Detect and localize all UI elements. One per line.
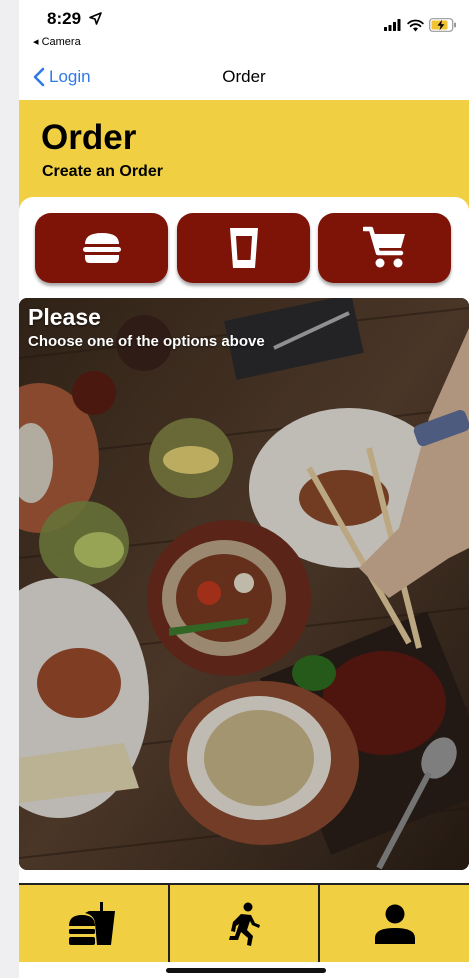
page-subtitle: Create an Order xyxy=(42,163,163,180)
page-title: Order xyxy=(41,118,137,157)
hero-title: Please xyxy=(28,304,101,330)
status-bar: 8:29 ◂ Camera xyxy=(19,0,469,52)
food-hero-image: Please Choose one of the options above xyxy=(19,298,469,870)
shopping-cart-icon xyxy=(362,226,405,268)
wifi-icon xyxy=(407,19,424,31)
nav-title: Order xyxy=(222,67,266,86)
tab-order-food[interactable] xyxy=(19,885,170,962)
person-icon xyxy=(374,904,415,944)
food-table-illustration xyxy=(19,298,469,870)
status-icons xyxy=(384,18,457,32)
food-category-button[interactable] xyxy=(35,213,168,283)
home-indicator[interactable] xyxy=(166,968,326,973)
bottom-tab-bar xyxy=(19,883,469,962)
cart-category-button[interactable] xyxy=(318,213,451,283)
location-arrow-icon xyxy=(89,12,102,25)
status-back-to-app[interactable]: ◂ Camera xyxy=(33,35,81,48)
hero-subtitle: Choose one of the options above xyxy=(28,333,265,350)
drinks-category-button[interactable] xyxy=(177,213,310,283)
drink-cup-icon xyxy=(229,228,258,268)
fastfood-icon xyxy=(69,901,116,945)
tab-takeaway[interactable] xyxy=(170,885,321,962)
burger-icon xyxy=(82,233,121,263)
navigation-bar: Login Order xyxy=(19,54,469,100)
running-person-icon xyxy=(229,902,260,946)
page-header: Order Create an Order xyxy=(19,100,469,210)
app-screen: 8:29 ◂ Camera Login Order Order Create a… xyxy=(19,0,469,978)
status-time: 8:29 xyxy=(47,9,82,28)
battery-charging-icon xyxy=(429,18,456,32)
signal-icon xyxy=(384,19,401,31)
tab-profile[interactable] xyxy=(320,885,469,962)
